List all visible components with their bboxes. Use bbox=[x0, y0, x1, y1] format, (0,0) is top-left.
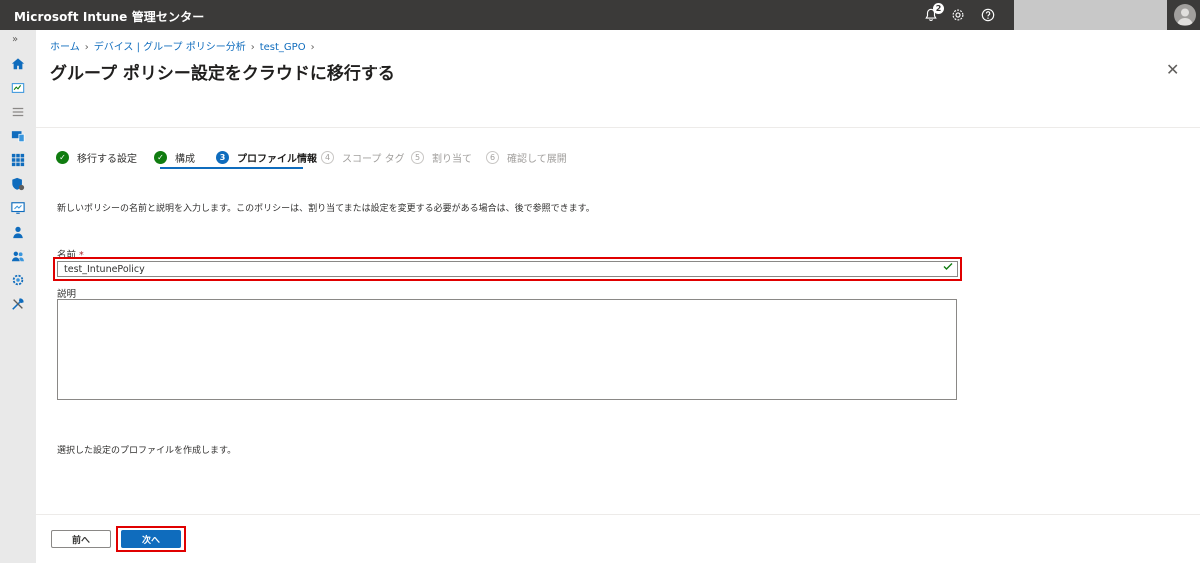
breadcrumb-separator-icon: › bbox=[310, 42, 315, 53]
breadcrumb-test-gpo-link[interactable]: test_GPO bbox=[260, 42, 306, 53]
breadcrumb: ホーム › デバイス | グループ ポリシー分析 › test_GPO › bbox=[50, 38, 320, 53]
form-description: 新しいポリシーの名前と説明を入力します。このポリシーは、割り当てまたは設定を変更… bbox=[57, 204, 595, 214]
help-icon[interactable] bbox=[979, 6, 997, 24]
next-button-highlight: 次へ bbox=[116, 526, 186, 552]
step-assignments[interactable]: 5 割り当て bbox=[411, 148, 472, 166]
settings-gear-icon[interactable] bbox=[949, 6, 967, 24]
page-title: グループ ポリシー設定をクラウドに移行する bbox=[50, 64, 395, 84]
step-migrate-settings[interactable]: ✓ 移行する設定 bbox=[56, 148, 137, 166]
dashboard-icon[interactable] bbox=[9, 80, 27, 96]
step-completed-check-icon: ✓ bbox=[154, 150, 167, 164]
expand-chevron-icon[interactable]: » bbox=[12, 34, 18, 45]
endpoint-security-icon[interactable] bbox=[9, 176, 27, 192]
top-bar: Microsoft Intune 管理センター 2 bbox=[0, 0, 1200, 30]
breadcrumb-home-link[interactable]: ホーム bbox=[50, 42, 80, 53]
breadcrumb-separator-icon: › bbox=[84, 42, 89, 53]
troubleshooting-icon[interactable] bbox=[9, 296, 27, 312]
step-label: スコープ タグ bbox=[342, 153, 405, 165]
step-label: 構成 bbox=[175, 153, 195, 165]
step-profile-info[interactable]: 3 プロファイル情報 bbox=[216, 148, 317, 166]
tenant-administration-icon[interactable] bbox=[9, 272, 27, 288]
step-scope-tags[interactable]: 4 スコープ タグ bbox=[321, 148, 405, 166]
users-icon[interactable] bbox=[9, 224, 27, 240]
step-label: 移行する設定 bbox=[77, 153, 137, 165]
more-options-icon[interactable]: ··· bbox=[368, 62, 383, 77]
step-label: 割り当て bbox=[432, 153, 472, 165]
notification-badge: 2 bbox=[933, 3, 944, 14]
step-number-icon: 5 bbox=[411, 150, 424, 164]
description-textarea[interactable] bbox=[57, 299, 957, 400]
step-number-icon: 3 bbox=[216, 150, 229, 164]
left-navigation-rail: » bbox=[0, 30, 36, 563]
step-number-icon: 6 bbox=[486, 150, 499, 164]
active-step-indicator bbox=[160, 167, 303, 169]
reports-icon[interactable] bbox=[9, 200, 27, 216]
avatar[interactable] bbox=[1174, 4, 1196, 26]
apps-icon[interactable] bbox=[9, 152, 27, 168]
step-label: 確認して展開 bbox=[507, 153, 567, 165]
account-info[interactable] bbox=[1014, 0, 1167, 30]
breadcrumb-separator-icon: › bbox=[250, 42, 255, 53]
name-field-highlight bbox=[53, 257, 962, 281]
devices-icon[interactable] bbox=[9, 128, 27, 144]
profile-create-note: 選択した設定のプロファイルを作成します。 bbox=[57, 446, 237, 456]
app-title[interactable]: Microsoft Intune 管理センター bbox=[14, 8, 204, 25]
step-review-deploy[interactable]: 6 確認して展開 bbox=[486, 148, 567, 166]
breadcrumb-group-policy-analytics-link[interactable]: デバイス | グループ ポリシー分析 bbox=[94, 42, 246, 53]
step-completed-check-icon: ✓ bbox=[56, 150, 69, 164]
groups-icon[interactable] bbox=[9, 248, 27, 264]
all-services-icon[interactable] bbox=[9, 104, 27, 120]
step-configuration[interactable]: ✓ 構成 bbox=[154, 148, 195, 166]
next-button[interactable]: 次へ bbox=[121, 530, 181, 548]
notifications-icon[interactable]: 2 bbox=[922, 3, 944, 24]
footer-divider bbox=[36, 514, 1200, 515]
header-divider bbox=[36, 127, 1200, 128]
valid-check-icon bbox=[943, 263, 953, 270]
step-label: プロファイル情報 bbox=[237, 153, 317, 165]
name-input[interactable] bbox=[57, 261, 958, 277]
step-number-icon: 4 bbox=[321, 150, 334, 164]
description-label: 説明 bbox=[57, 289, 77, 300]
home-icon[interactable] bbox=[9, 56, 27, 72]
previous-button[interactable]: 前へ bbox=[51, 530, 111, 548]
close-icon[interactable]: ✕ bbox=[1166, 60, 1179, 79]
